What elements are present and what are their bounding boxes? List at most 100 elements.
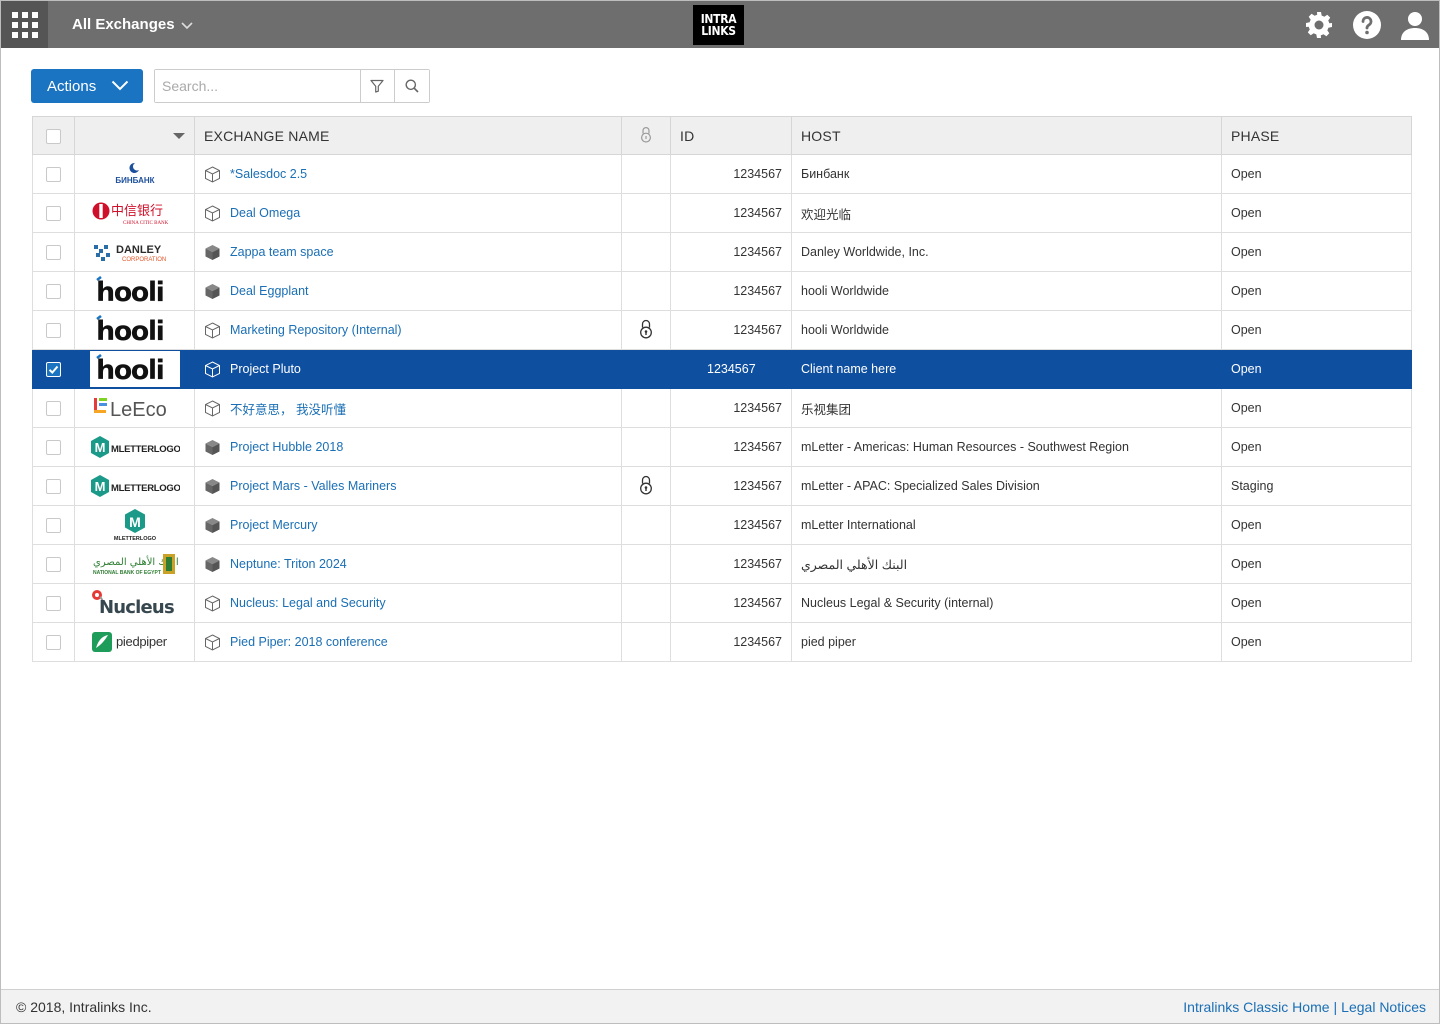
footer-links: Intralinks Classic Home | Legal Notices <box>1183 999 1426 1015</box>
phase-cell: Open <box>1221 232 1412 272</box>
host-cell: البنك الأهلي المصري <box>791 544 1222 584</box>
exchange-switcher[interactable]: All Exchanges <box>72 16 193 33</box>
row-checkbox[interactable] <box>46 595 61 611</box>
row-checkbox-checked[interactable] <box>46 361 61 377</box>
svg-text:M: M <box>129 514 141 530</box>
table-row[interactable]: البنك الأهلي المصري NATIONAL BANK OF EGY… <box>32 544 1412 584</box>
phase-cell: Open <box>1221 349 1412 389</box>
svg-text:hooli: hooli <box>96 277 163 306</box>
row-checkbox[interactable] <box>46 556 61 572</box>
exchange-cube-outline-icon <box>205 399 220 417</box>
exchange-cube-outline-icon <box>205 165 220 183</box>
row-checkbox[interactable] <box>46 322 61 338</box>
exchange-cube-filled-icon <box>205 244 220 260</box>
phase-cell: Open <box>1221 427 1412 467</box>
row-checkbox[interactable] <box>46 283 61 299</box>
row-checkbox[interactable] <box>46 166 61 182</box>
user-profile-button[interactable] <box>1391 1 1439 48</box>
exchange-link[interactable]: Project Mars - Valles Mariners <box>230 479 396 493</box>
table-row-selected[interactable]: hooli Project Pluto 1234567 Client name … <box>32 349 1412 389</box>
gear-icon <box>1306 11 1332 38</box>
svg-text:Nucleus: Nucleus <box>99 597 174 618</box>
exchange-cube-filled-icon <box>205 478 220 494</box>
legal-notices-link[interactable]: Legal Notices <box>1341 999 1426 1015</box>
exchange-cube-outline-icon <box>205 633 220 651</box>
exchange-cube-filled-icon <box>205 439 220 455</box>
select-all-checkbox[interactable] <box>46 128 61 144</box>
exchange-link[interactable]: Project Hubble 2018 <box>230 440 343 454</box>
exchange-link[interactable]: Pied Piper: 2018 conference <box>230 635 388 649</box>
search-button[interactable] <box>394 70 430 102</box>
classic-home-link[interactable]: Intralinks Classic Home <box>1183 999 1329 1015</box>
table-row[interactable]: Nucleus Nucleus: Legal and Security 1234… <box>32 583 1412 623</box>
exchange-link[interactable]: Marketing Repository (Internal) <box>230 323 402 337</box>
exchange-link[interactable]: Nucleus: Legal and Security <box>230 596 386 610</box>
row-checkbox[interactable] <box>46 244 61 260</box>
hooli-logo: hooli <box>90 312 180 348</box>
footer-separator: | <box>1333 998 1338 1015</box>
actions-label: Actions <box>47 77 97 95</box>
phase-header[interactable]: PHASE <box>1221 116 1412 155</box>
id-cell: 1234567 <box>670 466 792 506</box>
phase-cell: Open <box>1221 622 1412 662</box>
search-input[interactable] <box>155 70 360 102</box>
svg-text:БИНБАНК: БИНБАНК <box>115 176 154 185</box>
mletter-logo: M MLETTERLOGO <box>90 429 180 465</box>
table-row[interactable]: M MLETTERLOGO Project Mercury 1234567 mL… <box>32 505 1412 545</box>
row-checkbox[interactable] <box>46 439 61 455</box>
host-cell: 欢迎光临 <box>791 193 1222 233</box>
svg-text:MLETTERLOGO: MLETTERLOGO <box>111 444 180 455</box>
row-checkbox[interactable] <box>46 205 61 221</box>
phase-cell: Staging <box>1221 466 1412 506</box>
exchange-link[interactable]: *Salesdoc 2.5 <box>230 167 307 181</box>
table-row[interactable]: piedpiper Pied Piper: 2018 conference 12… <box>32 622 1412 662</box>
chevron-down-icon <box>180 21 193 29</box>
search-icon <box>405 79 419 93</box>
hooli-logo: hooli <box>90 273 180 309</box>
exchange-link[interactable]: Neptune: Triton 2024 <box>230 557 347 571</box>
exchange-name-header[interactable]: EXCHANGE NAME <box>194 116 622 155</box>
table-row[interactable]: hooli Deal Eggplant 1234567 hooli Worldw… <box>32 271 1412 311</box>
host-cell: hooli Worldwide <box>791 310 1222 350</box>
row-checkbox[interactable] <box>46 634 61 650</box>
svg-text:piedpiper: piedpiper <box>116 634 168 649</box>
table-row[interactable]: hooli Marketing Repository (Internal) 12… <box>32 310 1412 350</box>
chevron-down-icon <box>111 80 129 91</box>
id-cell: 1234567 <box>670 232 792 272</box>
table-row[interactable]: LeEco 不好意思， 我没听懂 1234567 乐视集团 Open <box>32 388 1412 428</box>
table-row[interactable]: DANLEY CORPORATION Zappa team space 1234… <box>32 232 1412 272</box>
exchange-cube-outline-icon <box>205 360 220 378</box>
exchange-link[interactable]: Project Mercury <box>230 518 318 532</box>
exchange-link[interactable]: Deal Eggplant <box>230 284 309 298</box>
lock-column-header[interactable] <box>621 116 671 155</box>
app-launcher-button[interactable] <box>1 1 48 48</box>
table-row[interactable]: M MLETTERLOGO Project Hubble 2018 123456… <box>32 427 1412 467</box>
filter-button[interactable] <box>359 70 395 102</box>
table-row[interactable]: M MLETTERLOGO Project Mars - Valles Mari… <box>32 466 1412 506</box>
exchange-cube-filled-icon <box>205 517 220 533</box>
exchange-cube-filled-icon <box>205 556 220 572</box>
logo-column-header[interactable] <box>74 116 195 155</box>
exchange-link[interactable]: Zappa team space <box>230 245 334 259</box>
host-header[interactable]: HOST <box>791 116 1222 155</box>
row-checkbox[interactable] <box>46 400 61 416</box>
caret-down-icon <box>173 133 185 139</box>
exchange-link[interactable]: 不好意思， 我没听懂 <box>230 399 346 418</box>
table-row[interactable]: БИНБАНК *Salesdoc 2.5 1234567 Бинбанк Op… <box>32 154 1412 194</box>
row-checkbox[interactable] <box>46 478 61 494</box>
table-row[interactable]: 中信银行 CHINA CITIC BANK Deal Omega 1234567… <box>32 193 1412 233</box>
help-button[interactable] <box>1343 1 1391 48</box>
actions-button[interactable]: Actions <box>31 69 143 103</box>
settings-button[interactable] <box>1295 1 1343 48</box>
svg-text:M: M <box>94 440 105 455</box>
exchange-link[interactable]: Project Pluto <box>230 362 301 376</box>
host-cell: mLetter International <box>791 505 1222 545</box>
exchange-link[interactable]: Deal Omega <box>230 206 300 220</box>
row-checkbox[interactable] <box>46 517 61 533</box>
select-all-cell <box>32 116 75 155</box>
national-bank-of-egypt-logo: البنك الأهلي المصري NATIONAL BANK OF EGY… <box>90 546 180 582</box>
id-header[interactable]: ID <box>670 116 792 155</box>
help-icon <box>1353 10 1381 39</box>
header-icons <box>1295 1 1439 48</box>
table-header-row: EXCHANGE NAME ID HOST PHASE <box>32 116 1412 155</box>
